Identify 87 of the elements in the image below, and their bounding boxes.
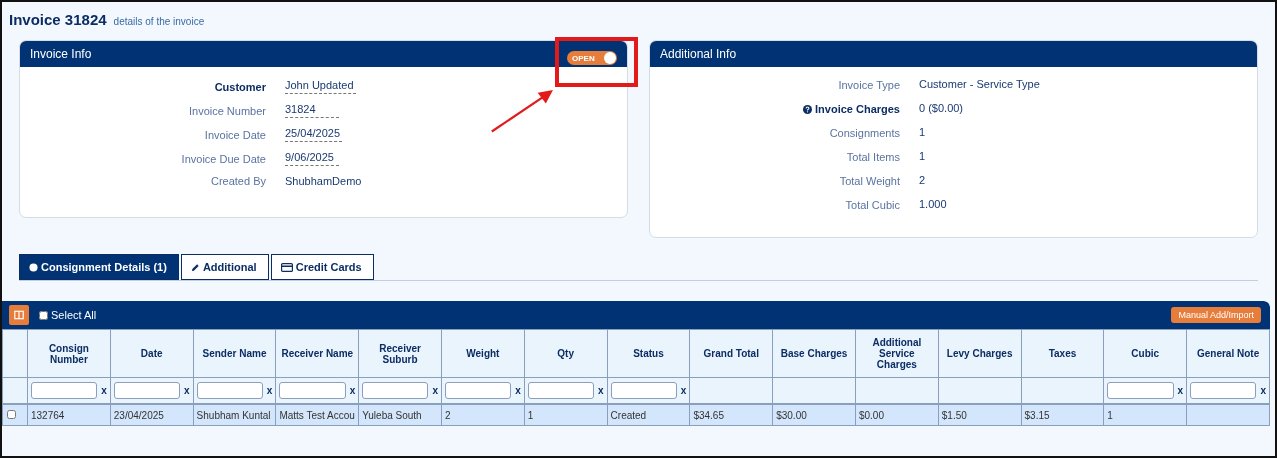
field-value: 2: [919, 174, 927, 188]
column-header[interactable]: Additional Service Charges: [855, 329, 939, 378]
field-label: Invoice Due Date: [180, 152, 266, 165]
field-label: Invoice Type: [838, 79, 900, 91]
filter-field[interactable]: [445, 382, 512, 399]
table-cell: 1: [1107, 409, 1113, 421]
columns-button[interactable]: [9, 305, 29, 325]
table-cell: Matts Test Accou: [279, 409, 355, 421]
clear-filter-button[interactable]: x: [349, 385, 356, 396]
column-header[interactable]: Cubic: [1103, 329, 1187, 378]
clear-filter-button[interactable]: x: [515, 385, 521, 396]
clear-filter-button[interactable]: x: [1260, 385, 1266, 396]
table-cell: 132764: [31, 409, 65, 421]
field-value: 1: [919, 126, 927, 140]
field-label: Customer: [213, 80, 266, 93]
field-label: Created By: [209, 175, 266, 187]
field-label: Invoice Number: [187, 104, 266, 117]
column-header[interactable]: General Note: [1186, 329, 1270, 378]
field-label: Invoice Date: [203, 128, 266, 141]
clear-filter-button[interactable]: x: [1177, 385, 1184, 396]
tab[interactable]: Credit Cards: [270, 254, 374, 280]
editable-value[interactable]: 31824: [285, 103, 339, 118]
columns-icon: [14, 310, 24, 320]
clear-filter-button[interactable]: x: [184, 385, 190, 396]
filter-field[interactable]: [610, 382, 677, 399]
page-subtitle: details of the invoice: [113, 16, 205, 27]
clear-filter-button[interactable]: x: [101, 385, 107, 396]
field-label: Total Cubic: [845, 199, 900, 211]
select-all-checkbox[interactable]: [39, 310, 48, 320]
row-checkbox[interactable]: [7, 409, 16, 419]
field-value: 1.000: [919, 198, 948, 212]
pencil-icon: [190, 262, 200, 272]
table-cell: $0.00: [858, 409, 884, 421]
table-cell: Yuleba South: [362, 409, 422, 421]
help-icon[interactable]: [803, 104, 812, 114]
field-value: 1: [919, 150, 927, 164]
filter-field[interactable]: [1107, 382, 1174, 399]
clear-filter-button[interactable]: x: [266, 385, 273, 396]
credit-card-icon: [280, 262, 293, 272]
column-header[interactable]: Consign Number: [27, 329, 111, 378]
editable-value[interactable]: John Updated: [285, 79, 356, 94]
tab[interactable]: Additional: [180, 254, 269, 280]
column-header[interactable]: Levy Charges: [938, 329, 1022, 378]
editable-value[interactable]: 9/06/2025: [285, 151, 339, 166]
filter-field[interactable]: [279, 382, 346, 399]
field-label: Total Items: [846, 151, 900, 163]
editable-value[interactable]: 25/04/2025: [285, 127, 343, 142]
column-header[interactable]: Receiver Suburb: [358, 329, 442, 378]
table-cell: $1.50: [941, 409, 967, 421]
field-label: Total Weight: [839, 175, 900, 187]
field-value: Customer - Service Type: [919, 78, 1041, 92]
filter-field[interactable]: [362, 382, 429, 399]
column-header[interactable]: Weight: [441, 329, 525, 378]
filter-field[interactable]: [527, 382, 594, 399]
table-cell: $34.65: [693, 409, 724, 421]
table-cell: $3.15: [1024, 409, 1050, 421]
column-header[interactable]: Taxes: [1021, 329, 1104, 378]
table-cell: 2: [445, 409, 451, 421]
clear-filter-button[interactable]: x: [598, 385, 604, 396]
column-header[interactable]: Base Charges: [772, 329, 856, 378]
card-title: Additional Info: [660, 47, 737, 61]
tab[interactable]: Consignment Details (1): [19, 254, 179, 280]
column-header[interactable]: Sender Name: [193, 329, 276, 378]
clear-filter-button[interactable]: x: [680, 385, 687, 396]
column-header[interactable]: Status: [607, 329, 690, 378]
page-title: Invoice 31824: [9, 11, 107, 28]
field-value: ShubhamDemo: [285, 175, 362, 189]
column-header[interactable]: Receiver Name: [275, 329, 359, 378]
clear-filter-button[interactable]: x: [432, 385, 438, 396]
table-cell: Shubham Kuntal: [196, 409, 271, 421]
table-cell: 1: [527, 409, 534, 421]
filter-field[interactable]: [196, 382, 263, 399]
select-all-label: Select All: [51, 309, 97, 321]
table-cell: Created: [610, 409, 647, 421]
table-cell: 23/04/2025: [113, 409, 164, 421]
column-header[interactable]: Date: [110, 329, 194, 378]
filter-field[interactable]: [1190, 382, 1257, 399]
field-label: Invoice Charges: [815, 103, 900, 115]
field-value: 0 ($0.00): [919, 102, 965, 116]
column-header[interactable]: Qty: [524, 329, 608, 378]
table-cell: $30.00: [776, 409, 807, 421]
filter-field[interactable]: [31, 382, 98, 399]
filter-field[interactable]: [113, 382, 181, 399]
circle-icon: [29, 262, 38, 272]
card-title: Invoice Info: [30, 47, 92, 61]
field-label: Consignments: [829, 127, 900, 139]
column-header[interactable]: Grand Total: [689, 329, 773, 378]
